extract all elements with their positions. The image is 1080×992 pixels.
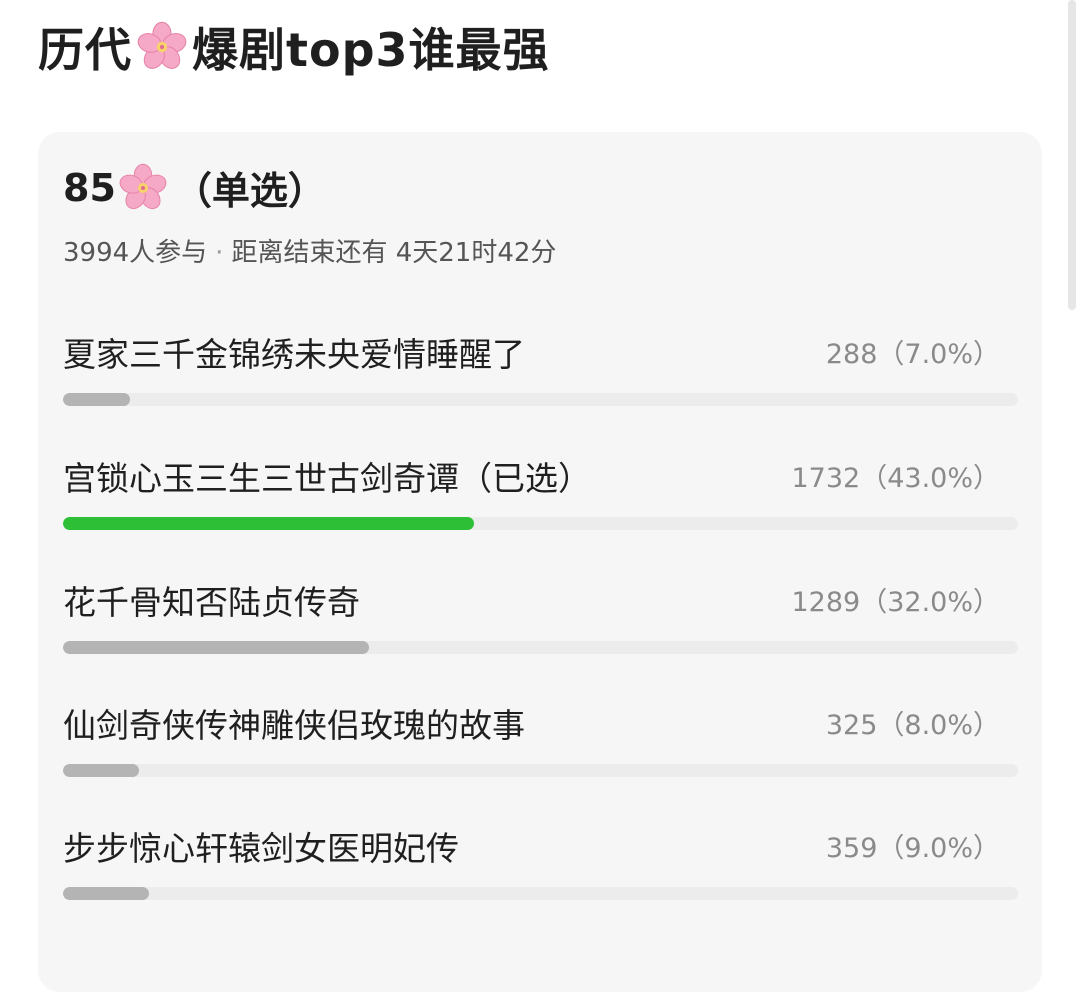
poll-heading: 85 （单选） xyxy=(63,160,326,215)
option-progress-track xyxy=(63,641,1018,654)
option-progress-fill xyxy=(63,641,369,654)
option-label: 步步惊心轩辕剑女医明妃传 xyxy=(63,829,459,868)
poll-meta: 3994人参与 · 距离结束还有 4天21时42分 xyxy=(63,232,556,269)
option-count: 359（9.0%） xyxy=(825,833,1000,864)
option-progress-fill xyxy=(63,887,149,900)
time-remaining: 距离结束还有 4天21时42分 xyxy=(231,238,557,268)
option-progress-track xyxy=(63,393,1018,406)
poll-option-5[interactable]: 步步惊心轩辕剑女医明妃传 359（9.0%） xyxy=(63,822,1018,932)
scrollbar[interactable] xyxy=(1068,0,1076,310)
poll-mode: （单选） xyxy=(173,169,326,213)
cherry-blossom-icon xyxy=(136,21,188,73)
poll-option-2[interactable]: 宫锁心玉三生三世古剑奇谭（已选） 1732（43.0%） xyxy=(63,452,1018,562)
option-count: 1732（43.0%） xyxy=(791,463,1001,494)
option-count: 1289（32.0%） xyxy=(791,587,1001,618)
meta-separator: · xyxy=(215,238,224,268)
post-title-suffix: 爆剧top3谁最强 xyxy=(192,23,550,77)
option-label: 花千骨知否陆贞传奇 xyxy=(63,583,360,622)
option-count: 325（8.0%） xyxy=(825,710,1000,741)
cherry-blossom-icon xyxy=(118,163,168,213)
option-progress-fill-selected xyxy=(63,517,474,530)
option-count: 288（7.0%） xyxy=(825,339,1000,370)
option-progress-track xyxy=(63,517,1018,530)
option-label: 仙剑奇侠传神雕侠侣玫瑰的故事 xyxy=(63,706,525,745)
option-progress-fill xyxy=(63,764,140,777)
option-label: 夏家三千金锦绣未央爱情睡醒了 xyxy=(63,335,525,374)
option-progress-track xyxy=(63,764,1018,777)
poll-option-1[interactable]: 夏家三千金锦绣未央爱情睡醒了 288（7.0%） xyxy=(63,328,1018,438)
option-label: 宫锁心玉三生三世古剑奇谭（已选） xyxy=(63,459,591,498)
option-progress-track xyxy=(63,887,1018,900)
poll-option-4[interactable]: 仙剑奇侠传神雕侠侣玫瑰的故事 325（8.0%） xyxy=(63,699,1018,809)
post-title: 历代 爆剧top3谁最强 xyxy=(38,14,550,80)
poll-heading-number: 85 xyxy=(63,165,116,210)
poll-card: 85 （单选） 3994人参与 · 距离结束还有 4天21时42分 夏家三千金锦绣未… xyxy=(38,132,1042,992)
participant-count: 3994人参与 xyxy=(63,238,208,268)
post-title-prefix: 历代 xyxy=(38,23,132,77)
option-progress-fill xyxy=(63,393,130,406)
poll-option-3[interactable]: 花千骨知否陆贞传奇 1289（32.0%） xyxy=(63,576,1018,686)
